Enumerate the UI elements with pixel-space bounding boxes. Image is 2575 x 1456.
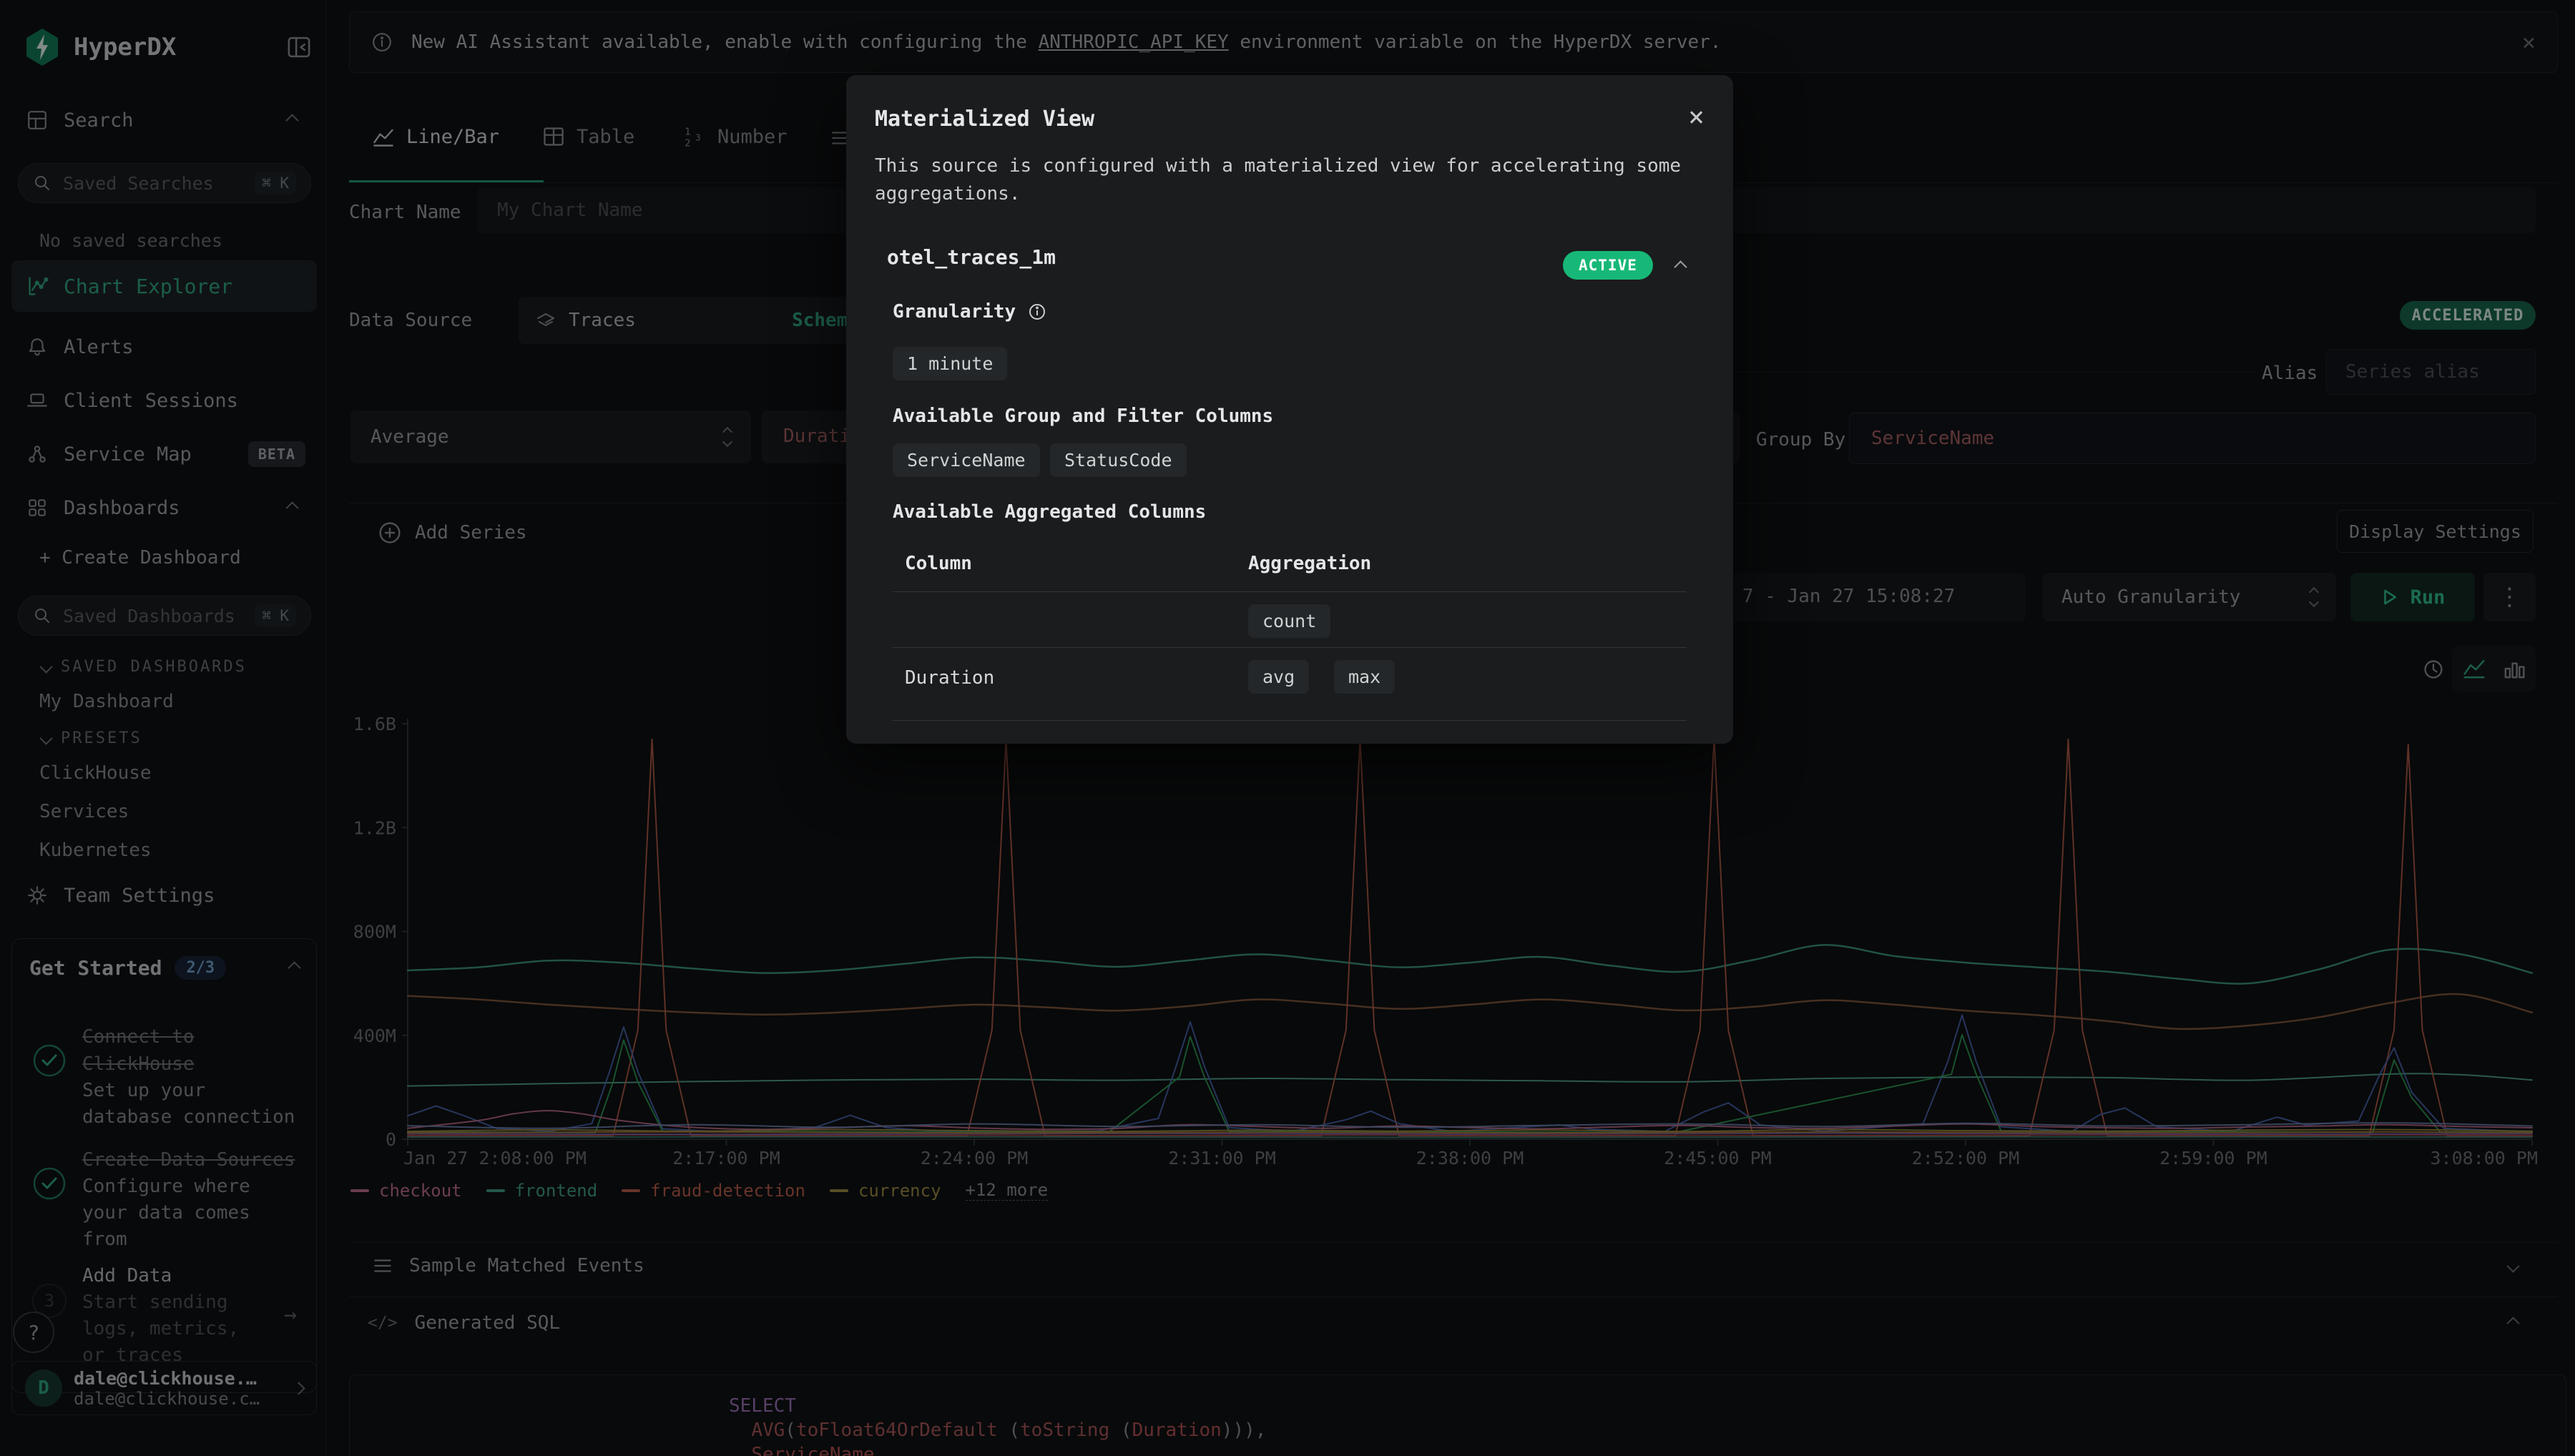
- granularity-chip: 1 minute: [893, 347, 1007, 380]
- view-name: otel_traces_1m: [887, 245, 1056, 269]
- aggregation-chip: avg: [1248, 660, 1309, 694]
- app-root: HyperDX Search Saved Searches ⌘ K No sav…: [0, 0, 2575, 1456]
- granularity-label: Granularity: [893, 301, 1016, 323]
- collapse-view-chevron[interactable]: [1674, 260, 1687, 273]
- modal-title: Materialized View: [875, 107, 1094, 132]
- modal-close-icon[interactable]: ×: [1688, 101, 1705, 132]
- table-row-column: Duration: [905, 667, 994, 689]
- group-filter-chip: StatusCode: [1050, 443, 1187, 477]
- info-icon: [1027, 302, 1047, 322]
- granularity-row: Granularity: [893, 301, 1047, 323]
- modal-description: This source is configured with a materia…: [875, 152, 1708, 208]
- aggregated-label: Available Aggregated Columns: [893, 501, 1206, 523]
- table-aggregation-header: Aggregation: [1248, 553, 1371, 574]
- table-column-header: Column: [905, 553, 972, 574]
- group-filter-label: Available Group and Filter Columns: [893, 405, 1273, 427]
- group-filter-chip: ServiceName: [893, 443, 1040, 477]
- materialized-view-modal: Materialized View × This source is confi…: [846, 75, 1733, 744]
- aggregation-chip: max: [1334, 660, 1395, 694]
- active-badge: ACTIVE: [1563, 251, 1653, 280]
- aggregation-chip: count: [1248, 604, 1330, 638]
